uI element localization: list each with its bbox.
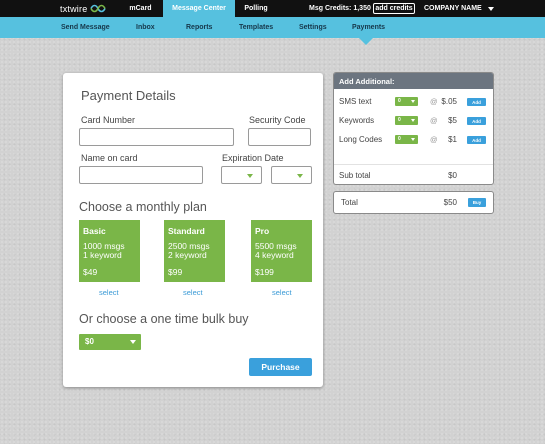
addon-qty-value: 0 [398,117,401,123]
security-code-field[interactable] [248,128,311,146]
addon-qty-value: 0 [398,136,401,142]
active-tab-indicator [359,38,373,45]
select-plan-basic-link[interactable]: select [99,288,119,297]
addon-qty-value: 0 [398,98,401,104]
card-number-field[interactable] [79,128,234,146]
chevron-down-icon [297,174,303,178]
addon-price: $1 [448,135,457,144]
top-bar: txtwire mCard Message Center Polling Msg… [0,0,545,17]
add-credits-button[interactable]: add credits [373,3,415,14]
plan-keywords: 4 keyword [255,250,294,260]
subtotal-label: Sub total [339,171,371,180]
message-credits: Msg Credits: 1,350 [309,5,371,12]
addon-row-keywords: Keywords 0 @ $5 Add [334,112,493,130]
add-additional-panel: Add Additional: SMS text 0 @ $.05 Add Ke… [333,72,494,185]
addon-qty-select[interactable]: 0 [395,135,418,144]
bulk-buy-title: Or choose a one time bulk buy [79,312,249,326]
chevron-down-icon [130,340,136,344]
purchase-button[interactable]: Purchase [249,358,312,376]
addon-price: $.05 [441,97,457,106]
subnav-item-templates[interactable]: Templates [239,17,273,38]
buy-button[interactable]: Buy [468,198,486,207]
name-on-card-field[interactable] [79,166,203,184]
plan-price: $49 [83,267,98,277]
plan-card-basic[interactable]: Basic 1000 msgs 1 keyword $49 [79,220,140,282]
card-number-label: Card Number [81,115,136,125]
plan-card-pro[interactable]: Pro 5500 msgs 4 keyword $199 [251,220,312,282]
expiration-year-select[interactable] [271,166,312,184]
plan-name: Pro [255,226,270,236]
at-symbol: @ [430,97,438,106]
sub-nav: Send Message Inbox Reports Templates Set… [0,17,545,38]
name-on-card-label: Name on card [81,153,138,163]
plan-section-title: Choose a monthly plan [79,200,207,214]
subnav-item-payments[interactable]: Payments [352,17,385,38]
bulk-buy-value: $0 [85,337,94,346]
tab-label: Polling [244,5,268,12]
company-menu[interactable]: COMPANY NAME [424,0,482,17]
addon-name: SMS text [339,97,372,106]
at-symbol: @ [430,116,438,125]
chevron-down-icon [411,138,415,141]
subnav-item-settings[interactable]: Settings [299,17,327,38]
addon-qty-select[interactable]: 0 [395,116,418,125]
plan-price: $199 [255,267,274,277]
total-panel: Total $50 Buy [333,191,494,214]
add-long-codes-button[interactable]: Add [467,136,486,144]
payment-details-card: Payment Details Card Number Security Cod… [63,73,323,387]
divider [334,164,493,165]
add-additional-title: Add Additional: [334,73,493,89]
tab-polling[interactable]: Polling [235,0,277,17]
logo-mark-icon [90,4,107,13]
add-keywords-button[interactable]: Add [467,117,486,125]
plan-price: $99 [168,267,183,277]
subnav-item-reports[interactable]: Reports [186,17,212,38]
security-code-label: Security Code [249,115,306,125]
total-label: Total [341,198,358,207]
plan-keywords: 2 keyword [168,250,207,260]
subnav-item-send-message[interactable]: Send Message [61,17,110,38]
bulk-buy-select[interactable]: $0 [79,334,141,350]
addon-name: Keywords [339,116,375,125]
chevron-down-icon [247,174,253,178]
select-plan-pro-link[interactable]: select [272,288,292,297]
tab-label: mCard [129,5,152,12]
addon-price: $5 [448,116,457,125]
plan-name: Standard [168,226,205,236]
addon-row-sms: SMS text 0 @ $.05 Add [334,93,493,111]
expiration-label: Expiration Date [222,153,284,163]
addon-name: Long Codes [339,135,383,144]
tab-message-center[interactable]: Message Center [163,0,235,17]
select-plan-standard-link[interactable]: select [183,288,203,297]
chevron-down-icon [411,119,415,122]
plan-keywords: 1 keyword [83,250,122,260]
page-title: Payment Details [81,88,176,103]
add-sms-button[interactable]: Add [467,98,486,106]
chevron-down-icon[interactable] [488,7,494,11]
logo[interactable]: txtwire [60,3,107,14]
subnav-item-inbox[interactable]: Inbox [136,17,155,38]
tab-label: Message Center [172,5,226,12]
expiration-month-select[interactable] [221,166,262,184]
top-nav: mCard Message Center Polling [118,0,277,17]
chevron-down-icon [411,100,415,103]
addon-row-long-codes: Long Codes 0 @ $1 Add [334,131,493,149]
tab-mcard[interactable]: mCard [118,0,163,17]
logo-text: txtwire [60,3,88,14]
addon-qty-select[interactable]: 0 [395,97,418,106]
plan-card-standard[interactable]: Standard 2500 msgs 2 keyword $99 [164,220,225,282]
subtotal-value: $0 [448,171,457,180]
at-symbol: @ [430,135,438,144]
plan-name: Basic [83,226,106,236]
total-value: $50 [443,198,457,207]
